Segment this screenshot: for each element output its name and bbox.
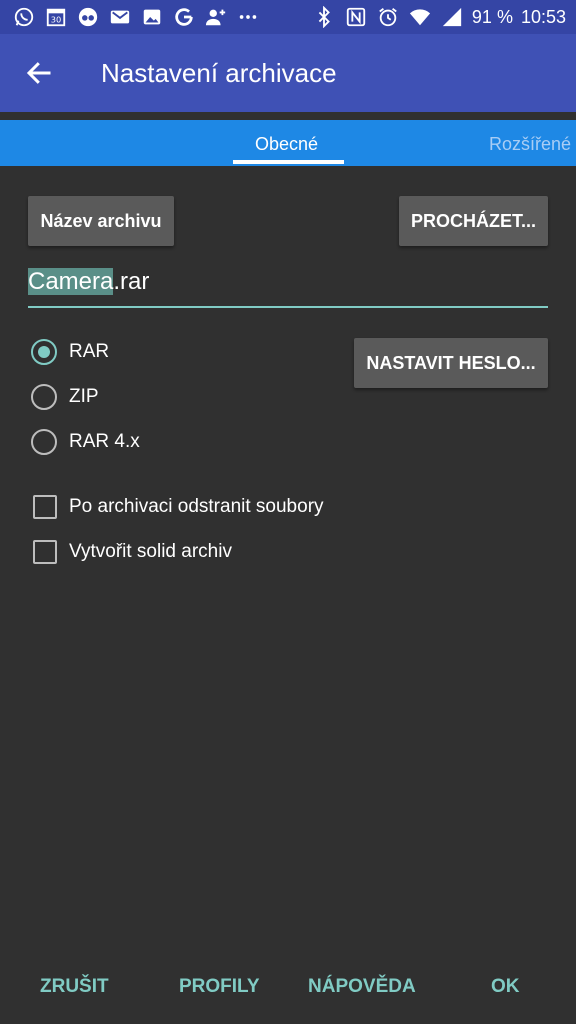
calendar-day: 30 bbox=[51, 15, 62, 25]
back-button[interactable] bbox=[22, 56, 56, 90]
alarm-icon bbox=[376, 5, 400, 29]
google-icon bbox=[172, 5, 196, 29]
tab-bar: Obecné Rozšířené bbox=[0, 120, 576, 166]
radio-checked-icon bbox=[31, 339, 57, 365]
nfc-icon bbox=[344, 5, 368, 29]
system-icons: 91 % 10:53 bbox=[312, 0, 566, 34]
format-zip-label: ZIP bbox=[69, 386, 99, 407]
radio-unchecked-icon bbox=[31, 384, 57, 410]
format-rar4-radio[interactable]: RAR 4.x bbox=[31, 429, 140, 455]
app-bar: Nastavení archivace bbox=[0, 34, 576, 112]
battery-level: 91 % bbox=[471, 6, 513, 27]
divider bbox=[0, 112, 576, 120]
more-notifications-icon bbox=[236, 5, 260, 29]
format-zip-radio[interactable]: ZIP bbox=[31, 384, 99, 410]
whatsapp-icon bbox=[12, 5, 36, 29]
format-rar4-label: RAR 4.x bbox=[69, 431, 140, 452]
gmail-icon bbox=[108, 5, 132, 29]
bluetooth-icon bbox=[312, 5, 336, 29]
checkbox-unchecked-icon bbox=[33, 495, 57, 519]
solid-archive-checkbox[interactable]: Vytvořit solid archiv bbox=[33, 540, 232, 564]
checkbox-unchecked-icon bbox=[33, 540, 57, 564]
delete-files-label: Po archivaci odstranit soubory bbox=[69, 496, 324, 517]
binoculars-icon bbox=[76, 5, 100, 29]
set-password-button[interactable]: NASTAVIT HESLO... bbox=[354, 338, 548, 388]
signal-icon bbox=[440, 5, 464, 29]
solid-archive-label: Vytvořit solid archiv bbox=[69, 541, 232, 562]
input-text-rest: .rar bbox=[113, 268, 150, 295]
add-person-icon bbox=[204, 5, 228, 29]
archive-name-button[interactable]: Název archivu bbox=[28, 196, 174, 246]
help-button[interactable]: NÁPOVĚDA bbox=[308, 976, 416, 998]
selected-text: Camera bbox=[28, 268, 114, 295]
format-rar-radio[interactable]: RAR bbox=[31, 339, 109, 365]
calendar-icon: 30 bbox=[44, 5, 68, 29]
browse-button[interactable]: PROCHÁZET... bbox=[399, 196, 548, 246]
radio-unchecked-icon bbox=[31, 429, 57, 455]
tab-indicator bbox=[233, 160, 344, 164]
cancel-button[interactable]: ZRUŠIT bbox=[40, 976, 109, 998]
ok-button[interactable]: OK bbox=[491, 976, 520, 998]
tab-advanced[interactable]: Rozšířené bbox=[489, 134, 571, 155]
page-title: Nastavení archivace bbox=[101, 58, 337, 88]
clock: 10:53 bbox=[520, 6, 566, 27]
arrow-back-icon bbox=[26, 62, 51, 84]
delete-files-checkbox[interactable]: Po archivaci odstranit soubory bbox=[33, 495, 324, 519]
format-rar-label: RAR bbox=[69, 341, 110, 362]
profiles-button[interactable]: PROFILY bbox=[179, 976, 260, 998]
archive-name-input[interactable]: Camera.rar bbox=[28, 268, 548, 308]
image-icon bbox=[140, 5, 164, 29]
tab-general[interactable]: Obecné bbox=[255, 134, 318, 155]
notification-icons: 30 bbox=[12, 5, 260, 29]
wifi-icon bbox=[408, 5, 432, 29]
status-bar: 30 91 % 10:53 bbox=[0, 0, 576, 34]
